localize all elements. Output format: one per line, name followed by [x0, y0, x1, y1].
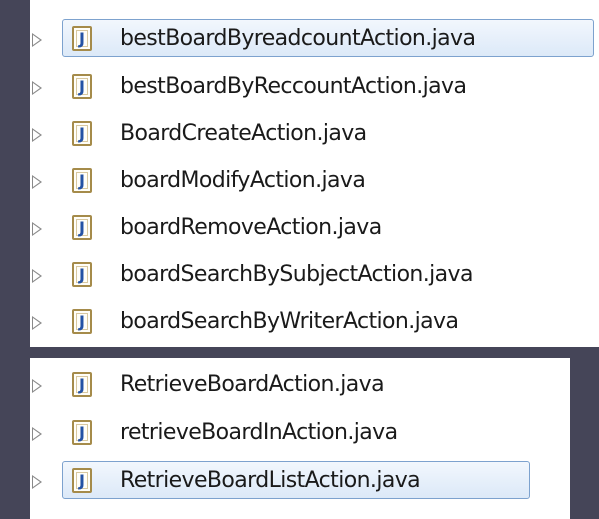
tree-item-label: boardModifyAction.java [120, 168, 366, 193]
tree-item-label: RetrieveBoardAction.java [120, 372, 385, 397]
tree-item-boardcreate[interactable]: J BoardCreateAction.java [30, 111, 599, 159]
expand-arrow-icon[interactable] [32, 128, 42, 142]
tree-item-label: RetrieveBoardListAction.java [120, 468, 421, 493]
expand-arrow-icon[interactable] [32, 269, 42, 283]
java-file-icon: J [72, 309, 92, 334]
java-file-icon: J [72, 74, 92, 99]
tree-item-bestboardbyreccount[interactable]: J bestBoardByReccountAction.java [30, 64, 599, 112]
java-file-icon: J [72, 168, 92, 193]
expand-arrow-icon[interactable] [32, 316, 42, 330]
tree-item-label: bestBoardByreadcountAction.java [120, 26, 476, 51]
expand-arrow-icon[interactable] [32, 33, 42, 47]
package-explorer-top: J bestBoardByreadcountAction.java J best… [30, 0, 599, 347]
tree-item-label: boardSearchBySubjectAction.java [120, 262, 473, 287]
java-file-icon: J [72, 262, 92, 287]
tree-item-bestboardbyreadcount[interactable]: J bestBoardByreadcountAction.java [30, 16, 599, 64]
expand-arrow-icon[interactable] [32, 175, 42, 189]
java-file-icon: J [72, 215, 92, 240]
package-explorer-bottom: J RetrieveBoardAction.java J retrieveBoa… [30, 358, 570, 519]
java-file-icon: J [72, 420, 92, 445]
expand-arrow-icon[interactable] [32, 379, 42, 393]
java-file-icon: J [72, 26, 92, 51]
tree-item-retrieveboardin[interactable]: J retrieveBoardInAction.java [30, 410, 570, 458]
tree-item-boardremove[interactable]: J boardRemoveAction.java [30, 205, 599, 253]
tree-item-label: boardSearchByWriterAction.java [120, 309, 459, 334]
tree-item-label: BoardCreateAction.java [120, 121, 367, 146]
tree-item-label: bestBoardByReccountAction.java [120, 74, 467, 99]
expand-arrow-icon[interactable] [32, 81, 42, 95]
tree-item-boardmodify[interactable]: J boardModifyAction.java [30, 158, 599, 206]
java-file-icon: J [72, 468, 92, 493]
expand-arrow-icon[interactable] [32, 222, 42, 236]
tree-item-boardsearchbywriter[interactable]: J boardSearchByWriterAction.java [30, 299, 599, 347]
tree-item-retrieveboard[interactable]: J RetrieveBoardAction.java [30, 362, 570, 410]
tree-item-label: retrieveBoardInAction.java [120, 420, 398, 445]
tree-item-retrieveboardlist[interactable]: J RetrieveBoardListAction.java [30, 458, 570, 506]
tree-item-label: boardRemoveAction.java [120, 215, 382, 240]
java-file-icon: J [72, 372, 92, 397]
expand-arrow-icon[interactable] [32, 475, 42, 489]
expand-arrow-icon[interactable] [32, 427, 42, 441]
tree-item-boardsearchbysubject[interactable]: J boardSearchBySubjectAction.java [30, 252, 599, 300]
java-file-icon: J [72, 121, 92, 146]
